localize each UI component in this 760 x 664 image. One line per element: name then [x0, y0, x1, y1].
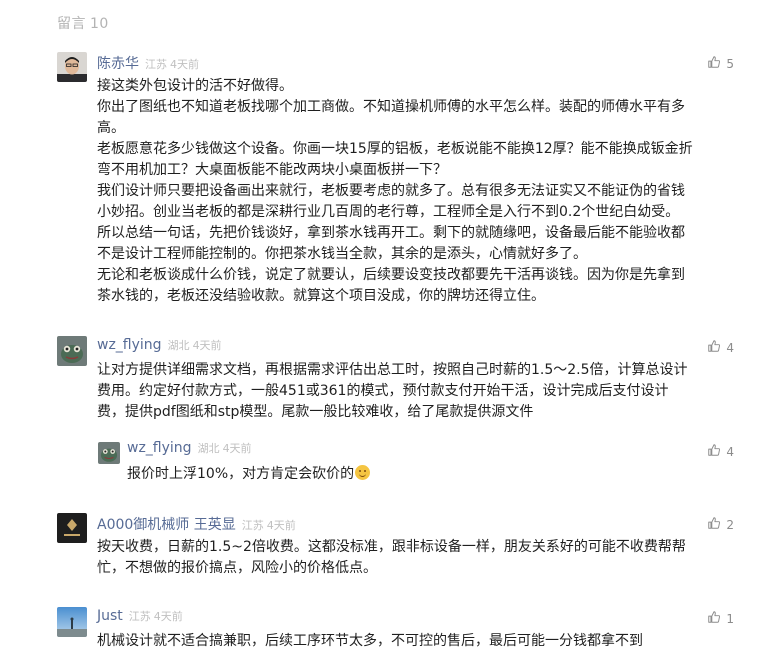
comment-line: 老板愿意花多少钱做这个设备。你画一块15厚的铝板，老板说能不能换12厚？能不能换…: [97, 141, 693, 157]
comments-header: 留言 10: [57, 13, 109, 33]
comment-line: 无论和老板谈成什么价钱，说定了就要认，后续要设变技改都要先干活再谈钱。因为你是先…: [97, 267, 685, 283]
like-count: 4: [726, 444, 734, 459]
thumbs-up-icon: [707, 55, 726, 72]
like-button[interactable]: 2: [707, 516, 734, 533]
comment-time: 4天前: [153, 610, 183, 623]
reply-meta: wz_flying 湖北 4天前: [127, 440, 252, 460]
like-count: 5: [726, 56, 734, 71]
comments-count: 10: [90, 16, 109, 32]
thumbs-up-icon: [707, 443, 726, 460]
comment-line: 我们设计师只要把设备画出来就行，老板要考虑的就多了。总有很多无法证实又不能证伪的…: [97, 183, 685, 199]
smile-emoji-icon: [355, 465, 371, 480]
author-name[interactable]: A000御机械师 王英显: [97, 514, 236, 534]
comment-meta: 陈赤华 江苏 4天前: [97, 53, 199, 73]
avatar[interactable]: [57, 513, 87, 543]
like-button[interactable]: 4: [707, 339, 734, 356]
comment-line: 你出了图纸也不知道老板找哪个加工商做。不知道操机师傅的水平怎么样。装配的师傅水平…: [97, 99, 685, 115]
author-name[interactable]: 陈赤华: [97, 53, 139, 73]
avatar[interactable]: [57, 607, 87, 637]
like-button[interactable]: 5: [707, 55, 734, 72]
comment-line: 让对方提供详细需求文档，再根据需求评估出总工时，按照自己时薪的1.5～2.5倍，…: [97, 362, 688, 378]
reply-content: 报价时上浮10%，对方肯定会砍价的: [127, 464, 734, 485]
comment-content: 按天收费，日薪的1.5~2倍收费。这都没标准，跟非标设备一样，朋友关系好的可能不…: [97, 537, 734, 579]
like-count: 4: [726, 340, 734, 355]
avatar[interactable]: [98, 442, 120, 464]
comment-time: 4天前: [222, 442, 252, 455]
comment-line: 费，提供pdf图纸和stp模型。尾款一般比较难收，给了尾款提供源文件: [97, 404, 534, 420]
avatar[interactable]: [57, 52, 87, 82]
author-name[interactable]: Just: [97, 608, 123, 624]
author-region: 江苏: [241, 519, 264, 532]
thumbs-up-icon: [707, 610, 726, 627]
comment-line: 弯不用机加工？大桌面板能不能改两块小桌面板拼一下？: [97, 162, 447, 178]
like-count: 1: [726, 611, 734, 626]
comment-meta: A000御机械师 王英显 江苏 4天前: [97, 514, 296, 534]
thumbs-up-icon: [707, 516, 726, 533]
author-region: 湖北: [197, 442, 220, 455]
comment-item: A000御机械师 王英显 江苏 4天前 2 按天收费，日薪的1.5~2倍收费。这…: [57, 513, 734, 583]
comment-content: 机械设计就不适合搞兼职，后续工序环节太多，不可控的售后，最后可能一分钱都拿不到: [97, 631, 734, 652]
author-name[interactable]: wz_flying: [97, 337, 162, 353]
comment-time: 4天前: [192, 339, 222, 352]
like-button[interactable]: 4: [707, 443, 734, 460]
comment-line: 机械设计就不适合搞兼职，后续工序环节太多，不可控的售后，最后可能一分钱都拿不到: [97, 633, 643, 649]
author-name[interactable]: wz_flying: [127, 440, 192, 456]
comment-line: 所以总结一句话，先把价钱谈好，拿到茶水钱再开工。剩下的就随缘吧，设备最后能不能验…: [97, 225, 685, 241]
comment-line: 茶水钱的，老板还没结验收款。就算这个项目没成，你的牌坊还得立住。: [97, 288, 545, 304]
comment-time: 4天前: [170, 58, 199, 71]
comment-item: wz_flying 湖北 4天前 4 让对方提供详细需求文档，再根据需求评估出总…: [57, 336, 734, 428]
comment-content: 接这类外包设计的活不好做得。 你出了图纸也不知道老板找哪个加工商做。不知道操机师…: [97, 76, 734, 307]
comment-line: 接这类外包设计的活不好做得。: [97, 78, 293, 94]
comment-content: 让对方提供详细需求文档，再根据需求评估出总工时，按照自己时薪的1.5～2.5倍，…: [97, 360, 734, 423]
thumbs-up-icon: [707, 339, 726, 356]
comments-header-label: 留言: [57, 16, 86, 32]
like-count: 2: [726, 517, 734, 532]
author-region: 江苏: [128, 610, 151, 623]
comment-time: 4天前: [266, 519, 296, 532]
like-button[interactable]: 1: [707, 610, 734, 627]
comment-line: 按天收费，日薪的1.5~2倍收费。这都没标准，跟非标设备一样，朋友关系好的可能不…: [97, 539, 686, 555]
comment-meta: Just 江苏 4天前: [97, 608, 183, 628]
comment-line: 忙，不想做的报价搞点，风险小的价格低点。: [97, 560, 377, 576]
avatar[interactable]: [57, 336, 87, 366]
comment-line: 费用。约定好付款方式，一般451或361的模式，预付款支付开始干活，设计完成后支…: [97, 383, 669, 399]
comment-line: 小妙招。创业当老板的都是深耕行业几百周的老行尊，工程师全是入行不到0.2个世纪白…: [97, 204, 680, 220]
comment-line: 不是设计工程师能控制的。你把茶水钱当全款，其余的是添头，心情就好多了。: [97, 246, 587, 262]
author-region: 湖北: [167, 339, 190, 352]
comment-meta: wz_flying 湖北 4天前: [97, 337, 222, 357]
reply-text: 报价时上浮10%，对方肯定会砍价的: [127, 466, 355, 482]
comment-item: 陈赤华 江苏 4天前 5 接这类外包设计的活不好做得。 你出了图纸也不知道老板找…: [57, 52, 734, 312]
comment-line: 高。: [97, 120, 125, 136]
author-region: 江苏: [145, 58, 167, 71]
comment-item: Just 江苏 4天前 1 机械设计就不适合搞兼职，后续工序环节太多，不可控的售…: [57, 607, 734, 659]
reply-item: wz_flying 湖北 4天前 4 报价时上浮10%，对方肯定会砍价的: [98, 440, 734, 488]
reply-line: 报价时上浮10%，对方肯定会砍价的: [127, 464, 734, 485]
